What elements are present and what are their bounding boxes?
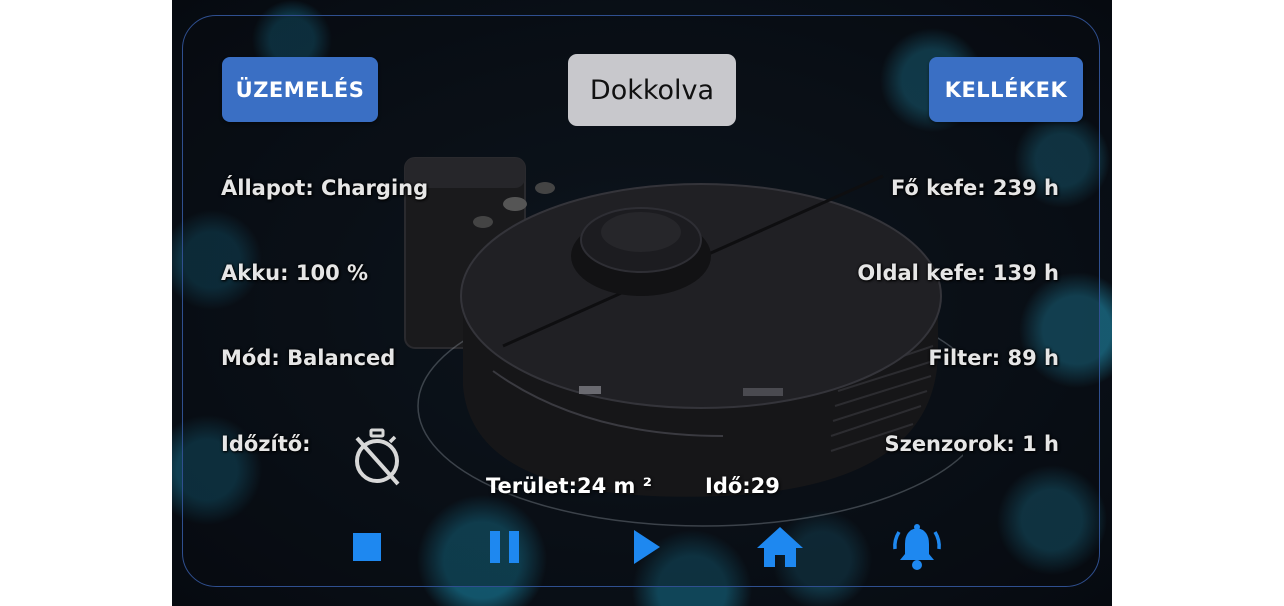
bell-icon[interactable] (892, 522, 942, 572)
operation-button[interactable]: ÜZEMELÉS (222, 57, 378, 122)
side-brush-label: Oldal kefe: 139 h (857, 261, 1059, 285)
supplies-button[interactable]: KELLÉKEK (929, 57, 1083, 122)
home-icon[interactable] (755, 522, 805, 572)
timer-label: Időzítő: (221, 432, 311, 456)
status-label: Állapot: Charging (221, 176, 429, 200)
area-stat: Terület:24 m ² (486, 474, 652, 498)
vacuum-card-background: ÜZEMELÉS Dokkolva KELLÉKEK Állapot: Char… (172, 0, 1112, 606)
vacuum-card: ÜZEMELÉS Dokkolva KELLÉKEK Állapot: Char… (182, 15, 1100, 587)
main-brush-label: Fő kefe: 239 h (890, 176, 1059, 200)
dock-status-badge: Dokkolva (568, 54, 736, 126)
pause-icon[interactable] (480, 522, 530, 572)
stop-icon[interactable] (342, 522, 392, 572)
mode-label[interactable]: Mód: Balanced (221, 346, 395, 370)
time-stat: Idő:29 (705, 474, 780, 498)
timer-off-icon[interactable] (350, 428, 404, 488)
filter-label: Filter: 89 h (928, 346, 1059, 370)
battery-label: Akku: 100 % (221, 261, 369, 285)
play-icon[interactable] (620, 522, 670, 572)
sensors-label: Szenzorok: 1 h (884, 432, 1059, 456)
